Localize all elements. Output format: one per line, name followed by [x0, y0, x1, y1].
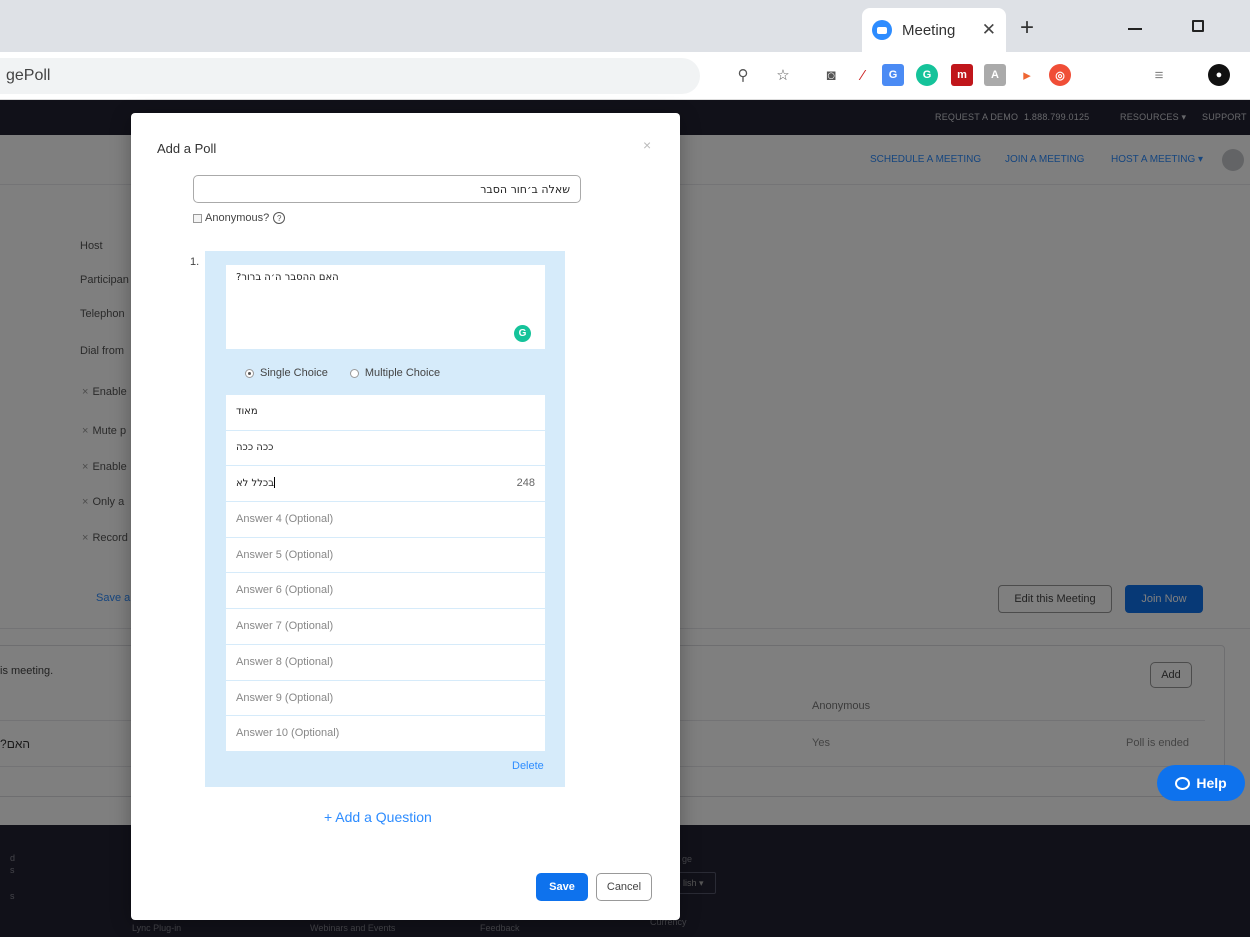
single-choice-radio[interactable]: [245, 368, 254, 378]
browser-tab-meeting[interactable]: Meeting ✕: [862, 8, 1006, 52]
anonymous-label: Anonymous?: [205, 212, 270, 224]
tab-close-icon[interactable]: ✕: [982, 20, 996, 40]
single-choice-label[interactable]: Single Choice: [260, 367, 328, 379]
answer-value: ככה ככה: [236, 441, 274, 453]
url-text: gePoll: [6, 67, 51, 84]
answer-placeholder: Answer 9 (Optional): [236, 691, 334, 704]
answer-input[interactable]: Answer 8 (Optional): [226, 644, 545, 681]
answer-value: מאוד: [236, 406, 258, 417]
question-text: ?האם ההסבר ה׳ה ברור: [236, 272, 339, 283]
share-icon[interactable]: ▸: [1016, 64, 1038, 86]
answer-value: בכלל לא: [236, 478, 274, 490]
answer-input[interactable]: בכלל לא 248: [226, 466, 545, 503]
question-number: 1.: [190, 256, 200, 268]
dialog-title: Add a Poll: [157, 141, 217, 156]
answer-input[interactable]: Answer 9 (Optional): [226, 680, 545, 717]
answer-placeholder: Answer 6 (Optional): [236, 584, 334, 597]
multiple-choice-label[interactable]: Multiple Choice: [365, 367, 440, 379]
camera-icon[interactable]: ◙: [820, 64, 842, 86]
answer-placeholder: Answer 10 (Optional): [236, 727, 340, 740]
grammarly-icon[interactable]: G: [916, 64, 938, 86]
answer-input[interactable]: Answer 7 (Optional): [226, 609, 545, 645]
media-icon[interactable]: ≡: [1148, 64, 1170, 86]
tab-title: Meeting: [902, 21, 956, 39]
question-block: ?האם ההסבר ה׳ה ברור G Single Choice Mult…: [205, 251, 565, 787]
cancel-button[interactable]: Cancel: [596, 873, 652, 901]
delete-question-link[interactable]: Delete: [512, 760, 544, 772]
pdf-icon[interactable]: A: [984, 64, 1006, 86]
help-button[interactable]: Help: [1157, 765, 1245, 801]
choice-type-group: Single Choice Multiple Choice: [245, 367, 440, 379]
poll-title-input[interactable]: [193, 175, 581, 203]
answer-placeholder: Answer 7 (Optional): [236, 620, 334, 633]
anonymous-checkbox[interactable]: [193, 213, 202, 223]
answer-placeholder: Answer 5 (Optional): [236, 548, 334, 561]
new-tab-button[interactable]: +: [1020, 16, 1034, 40]
zoom-icon[interactable]: ⚲: [732, 64, 754, 86]
profile-icon[interactable]: ●: [1208, 64, 1230, 86]
address-bar[interactable]: gePoll: [0, 58, 700, 94]
translate-icon[interactable]: G: [882, 64, 904, 86]
answer-input[interactable]: Answer 5 (Optional): [226, 537, 545, 574]
answer-input[interactable]: Answer 4 (Optional): [226, 502, 545, 538]
help-circle-icon[interactable]: ?: [273, 212, 286, 224]
answer-list: מאוד ככה ככה בכלל לא 248 Answer 4 (Optional)…: [226, 395, 545, 752]
minimize-icon[interactable]: [1128, 28, 1142, 30]
add-question-link[interactable]: + Add a Question: [324, 809, 432, 825]
answer-input[interactable]: Answer 10 (Optional): [226, 716, 545, 752]
help-label: Help: [1196, 775, 1227, 791]
zoom-favicon-icon: [872, 20, 892, 40]
extension-icon[interactable]: ◎: [1049, 64, 1071, 86]
answer-input[interactable]: מאוד: [226, 395, 545, 431]
chat-bubble-icon: [1175, 776, 1191, 790]
close-icon[interactable]: ×: [643, 137, 651, 153]
anonymous-option[interactable]: Anonymous? ?: [193, 212, 286, 224]
answer-input[interactable]: Answer 6 (Optional): [226, 573, 545, 610]
restore-window-icon[interactable]: [1192, 20, 1204, 32]
grammarly-icon[interactable]: G: [514, 325, 531, 342]
question-textarea[interactable]: ?האם ההסבר ה׳ה ברור G: [226, 265, 545, 349]
save-button[interactable]: Save: [536, 873, 588, 901]
eyedropper-icon[interactable]: ⁄: [852, 64, 874, 86]
answer-placeholder: Answer 8 (Optional): [236, 655, 334, 668]
answer-input[interactable]: ככה ככה: [226, 430, 545, 467]
star-icon[interactable]: ☆: [772, 64, 794, 86]
mendeley-icon[interactable]: m: [951, 64, 973, 86]
add-poll-dialog: Add a Poll × Anonymous? ? 1. ?האם ההסבר …: [131, 113, 680, 920]
answer-placeholder: Answer 4 (Optional): [236, 513, 334, 526]
answer-char-count: 248: [516, 477, 535, 490]
multiple-choice-radio[interactable]: [349, 368, 359, 378]
browser-tabstrip: Meeting ✕ +: [0, 0, 1250, 52]
